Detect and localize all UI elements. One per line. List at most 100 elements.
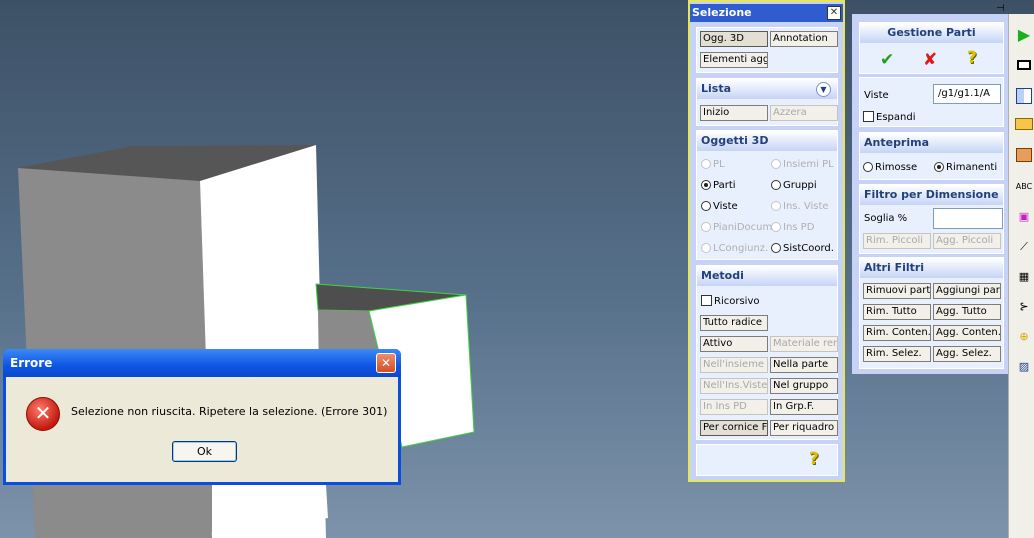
tutto-radice-button[interactable]: Tutto radice bbox=[700, 315, 768, 331]
radio-viste[interactable]: Viste bbox=[701, 201, 738, 212]
radio-sistcoord-circle[interactable] bbox=[771, 243, 781, 253]
pin-icon[interactable]: ⊣ bbox=[996, 3, 1005, 14]
node-icon[interactable]: ▣ bbox=[1015, 208, 1033, 226]
ricorsivo-checkbox[interactable]: Ricorsivo bbox=[701, 295, 759, 307]
per-cornice-button[interactable]: Per cornice FV bbox=[700, 420, 768, 436]
annotation-button[interactable]: Annotation bbox=[770, 31, 838, 47]
azzera-button[interactable]: Azzera bbox=[770, 105, 838, 121]
radio-sistcoord[interactable]: SistCoord. bbox=[771, 243, 834, 254]
help-icon[interactable]: ? bbox=[967, 48, 977, 68]
radio-pl[interactable]: PL bbox=[701, 159, 725, 170]
radio-lcongiunz-label: LCongiunz. bbox=[713, 243, 769, 254]
rectangle-icon[interactable] bbox=[1015, 58, 1033, 76]
espandi-label: Espandi bbox=[876, 112, 916, 123]
rim-selez-button[interactable]: Rim. Selez. bbox=[863, 346, 931, 362]
espandi-box[interactable] bbox=[863, 111, 874, 122]
error-message: Selezione non riuscita. Ripetere la sele… bbox=[71, 405, 388, 418]
ogg-3d-button[interactable]: Ogg. 3D bbox=[700, 31, 768, 47]
gestione-parti-title: Gestione Parti bbox=[860, 23, 1003, 43]
agg-selez-button[interactable]: Agg. Selez. bbox=[933, 346, 1001, 362]
inizio-button[interactable]: Inizio bbox=[700, 105, 768, 121]
ok-button[interactable]: Ok bbox=[172, 441, 237, 462]
viste-group: Viste /g1/g1.1/A Espandi bbox=[859, 77, 1004, 127]
cancel-x-icon[interactable]: ✘ bbox=[923, 50, 937, 70]
attivo-button[interactable]: Attivo bbox=[700, 336, 768, 352]
rim-piccoli-button[interactable]: Rim. Piccoli bbox=[863, 233, 931, 249]
radio-rimosse-circle[interactable] bbox=[863, 162, 873, 172]
line-tool-icon[interactable]: ⟋ bbox=[1015, 238, 1033, 256]
radio-ins-pd[interactable]: Ins PD bbox=[771, 222, 814, 233]
hatch-icon[interactable]: ▨ bbox=[1015, 358, 1033, 376]
lista-group: Lista ▼ Inizio Azzera bbox=[696, 78, 838, 126]
radio-piani-docum-label: PianiDocum bbox=[713, 222, 773, 233]
selezione-titlebar[interactable]: Selezione ✕ bbox=[690, 4, 843, 22]
radio-parti[interactable]: Parti bbox=[701, 180, 736, 191]
viste-field[interactable]: /g1/g1.1/A bbox=[933, 84, 1001, 104]
aggiungi-parte-button[interactable]: Aggiungi parte bbox=[933, 283, 1001, 299]
error-dialog-titlebar[interactable]: Errore ✕ bbox=[3, 349, 401, 377]
radio-pl-circle[interactable] bbox=[701, 159, 711, 169]
rim-conten-button[interactable]: Rim. Conten. bbox=[863, 325, 931, 341]
in-ins-pd-button[interactable]: In Ins PD bbox=[700, 399, 768, 415]
anteprima-header: Anteprima bbox=[860, 133, 1003, 153]
marker-icon[interactable]: ⊕ bbox=[1015, 328, 1033, 346]
altri-filtri-group: Altri Filtri Rimuovi parte Aggiungi part… bbox=[859, 257, 1004, 369]
nell-insieme-pl-button[interactable]: Nell'insieme Pl bbox=[700, 357, 768, 373]
radio-ins-pd-circle[interactable] bbox=[771, 222, 781, 232]
radio-insiemi-pl-circle[interactable] bbox=[771, 159, 781, 169]
filter-buttons-group: Ogg. 3D Annotation Elementi aggi bbox=[696, 27, 838, 73]
radio-rimanenti-circle[interactable] bbox=[934, 162, 944, 172]
balloon-icon[interactable]: ⊱ bbox=[1015, 298, 1033, 316]
nel-gruppo-button[interactable]: Nel gruppo bbox=[770, 378, 838, 394]
espandi-checkbox[interactable]: Espandi bbox=[863, 111, 915, 123]
radio-ins-viste-label: Ins. Viste bbox=[783, 201, 829, 212]
close-icon[interactable]: ✕ bbox=[376, 353, 396, 373]
agg-piccoli-button[interactable]: Agg. Piccoli bbox=[933, 233, 1001, 249]
selezione-help-group: ? bbox=[696, 444, 838, 476]
views-icon[interactable] bbox=[1015, 88, 1033, 106]
radio-parti-label: Parti bbox=[713, 180, 736, 191]
soglia-input[interactable] bbox=[933, 208, 1003, 229]
symbol-icon[interactable] bbox=[1015, 148, 1033, 166]
viste-label: Viste bbox=[864, 90, 889, 101]
radio-gruppi-circle[interactable] bbox=[771, 180, 781, 190]
agg-conten-button[interactable]: Agg. Conten. bbox=[933, 325, 1001, 341]
radio-piani-docum[interactable]: PianiDocum bbox=[701, 222, 772, 233]
selezione-panel: Selezione ✕ Ogg. 3D Annotation Elementi … bbox=[688, 0, 845, 482]
confirm-check-icon[interactable]: ✔ bbox=[880, 50, 894, 70]
radio-ins-viste-circle[interactable] bbox=[771, 201, 781, 211]
collapse-icon[interactable]: ▼ bbox=[816, 82, 831, 97]
radio-insiemi-pl[interactable]: Insiemi PL bbox=[771, 159, 834, 170]
selezione-title: Selezione bbox=[692, 6, 752, 19]
rimuovi-parte-button[interactable]: Rimuovi parte bbox=[863, 283, 931, 299]
radio-gruppi[interactable]: Gruppi bbox=[771, 180, 817, 191]
soglia-label: Soglia % bbox=[864, 213, 908, 224]
per-riquadro-button[interactable]: Per riquadro 3 bbox=[770, 420, 838, 436]
radio-lcongiunz[interactable]: LCongiunz. bbox=[701, 243, 768, 254]
table-icon[interactable]: ▦ bbox=[1015, 268, 1033, 286]
close-icon[interactable]: ✕ bbox=[827, 6, 841, 20]
gestione-parti-panel: Gestione Parti ✔ ✘ ? Viste /g1/g1.1/A Es… bbox=[852, 14, 1008, 374]
materiale-rendering-button[interactable]: Materiale renc bbox=[770, 336, 838, 352]
radio-parti-circle[interactable] bbox=[701, 180, 711, 190]
rim-tutto-button[interactable]: Rim. Tutto bbox=[863, 304, 931, 320]
radio-viste-circle[interactable] bbox=[701, 201, 711, 211]
radio-ins-viste[interactable]: Ins. Viste bbox=[771, 201, 829, 212]
help-icon[interactable]: ? bbox=[809, 449, 819, 469]
altri-filtri-header: Altri Filtri bbox=[860, 258, 1003, 278]
play-icon[interactable]: ▶ bbox=[1015, 26, 1033, 44]
elementi-aggiuntivi-button[interactable]: Elementi aggi bbox=[700, 52, 768, 68]
radio-rimanenti[interactable]: Rimanenti bbox=[934, 162, 997, 173]
in-grp-f-button[interactable]: In Grp.F. bbox=[770, 399, 838, 415]
dimension-icon[interactable] bbox=[1015, 118, 1033, 136]
radio-viste-label: Viste bbox=[713, 201, 738, 212]
radio-lcongiunz-circle[interactable] bbox=[701, 243, 711, 253]
radio-rimosse[interactable]: Rimosse bbox=[863, 162, 917, 173]
agg-tutto-button[interactable]: Agg. Tutto bbox=[933, 304, 1001, 320]
radio-piani-docum-circle[interactable] bbox=[701, 222, 711, 232]
nell-ins-viste-button[interactable]: Nell'Ins.Viste bbox=[700, 378, 768, 394]
oggetti-3d-group: Oggetti 3D PL Insiemi PL Parti Gruppi Vi… bbox=[696, 130, 838, 260]
abc-text-icon[interactable]: ABC bbox=[1015, 178, 1033, 196]
nella-parte-button[interactable]: Nella parte bbox=[770, 357, 838, 373]
ricorsivo-box[interactable] bbox=[701, 295, 712, 306]
